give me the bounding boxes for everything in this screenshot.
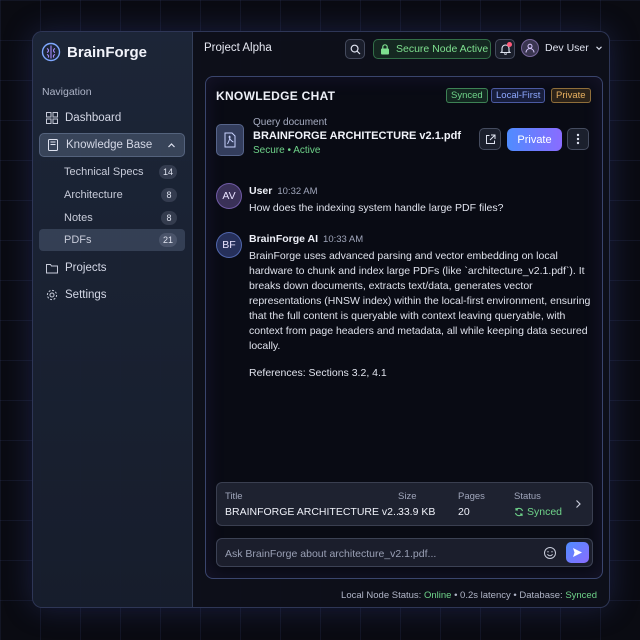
user-menu[interactable]: Dev User: [521, 39, 603, 57]
file-size: 33.9 KB: [398, 506, 436, 518]
sidebar-item-settings[interactable]: Settings: [39, 283, 185, 307]
doc-label: Query document: [253, 117, 327, 128]
subitem-label: PDFs: [64, 234, 92, 246]
column-header: Status: [514, 491, 541, 502]
author-name: User: [249, 185, 273, 197]
sidebar-subitem-technical-specs[interactable]: Technical Specs 14: [39, 161, 185, 183]
top-bar: Project Alpha Secure Node Active Dev Use…: [193, 32, 609, 66]
pdf-file-icon: [216, 124, 244, 156]
external-link-icon: [485, 134, 495, 144]
gear-icon: [46, 289, 58, 301]
avatar: AV: [216, 183, 242, 209]
secure-node-badge[interactable]: Secure Node Active: [373, 39, 491, 59]
file-size-column: Size 33.9 KB: [398, 491, 435, 518]
open-external-button[interactable]: [479, 128, 501, 150]
node-status-label: Local Node Status:: [341, 590, 422, 601]
message-time: 10:32 AM: [277, 186, 318, 197]
author-name: BrainForge AI: [249, 233, 319, 245]
private-tag: Private: [551, 88, 591, 103]
column-header: Pages: [458, 491, 485, 502]
panel-title: KNOWLEDGE CHAT: [216, 89, 336, 103]
user-icon: [525, 43, 535, 53]
chevron-up-icon[interactable]: [167, 141, 176, 150]
search-icon: [350, 44, 360, 54]
brain-logo-icon: [41, 42, 61, 62]
count-badge: 21: [158, 233, 177, 247]
column-header: Title: [225, 491, 243, 502]
message-references: References: Sections 3.2, 4.1: [249, 367, 387, 379]
sidebar-subitem-notes[interactable]: Notes 8: [39, 207, 185, 229]
subitem-label: Notes: [64, 212, 93, 224]
latency-text: • 0.2s latency •: [454, 590, 517, 601]
user-name: Dev User: [545, 42, 589, 54]
lock-icon: [381, 43, 389, 54]
knowledge-chat-panel: KNOWLEDGE CHAT Synced Local-First Privat…: [205, 76, 603, 579]
folder-icon: [46, 264, 58, 274]
search-button[interactable]: [345, 39, 365, 59]
sidebar: BrainForge Navigation Dashboard Knowledg…: [33, 32, 193, 607]
subitem-label: Architecture: [64, 189, 123, 201]
sidebar-item-dashboard[interactable]: Dashboard: [39, 106, 185, 130]
doc-name[interactable]: BRAINFORGE ARCHITECTURE v2.1.pdf: [253, 130, 461, 142]
book-icon: [48, 139, 58, 151]
file-title: BRAINFORGE ARCHITECTURE v2...: [225, 506, 402, 518]
file-pages: 20: [458, 506, 470, 518]
count-badge: 8: [161, 211, 177, 225]
message-author: User 10:32 AM: [249, 185, 318, 197]
nav-heading: Navigation: [42, 86, 92, 98]
more-options-button[interactable]: [567, 128, 589, 150]
emoji-icon[interactable]: [543, 546, 557, 560]
status-bar: Local Node Status: Online • 0.2s latency…: [341, 590, 597, 601]
sidebar-item-knowledge-base[interactable]: Knowledge Base: [39, 133, 185, 157]
sidebar-subitem-architecture[interactable]: Architecture 8: [39, 184, 185, 206]
send-icon: [573, 548, 582, 557]
project-title: Project Alpha: [204, 42, 272, 54]
database-label: Database:: [519, 590, 563, 601]
file-status-column: Status Synced: [514, 491, 562, 518]
dashboard-icon: [46, 112, 58, 124]
sidebar-item-label: Dashboard: [65, 112, 122, 124]
message-text: How does the indexing system handle larg…: [249, 202, 504, 214]
message-author: BrainForge AI 10:33 AM: [249, 233, 363, 245]
chat-input[interactable]: [225, 545, 525, 562]
column-header: Size: [398, 491, 417, 502]
doc-status: Secure • Active: [253, 145, 321, 156]
sidebar-subitem-pdfs[interactable]: PDFs 21: [39, 229, 185, 251]
file-info-card[interactable]: Title BRAINFORGE ARCHITECTURE v2... Size…: [216, 482, 593, 526]
sidebar-item-projects[interactable]: Projects: [39, 256, 185, 280]
private-button[interactable]: Private: [507, 128, 562, 151]
secure-label: Secure Node Active: [396, 43, 489, 55]
status-text: Synced: [527, 506, 563, 518]
message-time: 10:33 AM: [323, 234, 364, 245]
sidebar-item-label: Projects: [65, 262, 107, 274]
brand-name: BrainForge: [67, 43, 148, 61]
node-status-value: Online: [423, 590, 452, 601]
synced-tag: Synced: [446, 88, 488, 103]
database-value: Synced: [565, 590, 597, 601]
file-pages-column: Pages 20: [458, 491, 485, 518]
sidebar-item-label: Knowledge Base: [66, 139, 153, 151]
sync-icon: [514, 507, 524, 517]
chat-input-bar: [216, 538, 593, 567]
app-window: BrainForge Navigation Dashboard Knowledg…: [32, 31, 610, 608]
chevron-right-icon[interactable]: [574, 499, 582, 509]
count-badge: 8: [161, 188, 177, 202]
file-title-column: Title BRAINFORGE ARCHITECTURE v2...: [225, 491, 402, 518]
subitem-label: Technical Specs: [64, 166, 144, 178]
sidebar-item-label: Settings: [65, 289, 107, 301]
more-vertical-icon: [576, 133, 580, 145]
notifications-button[interactable]: [495, 39, 515, 59]
send-button[interactable]: [566, 542, 589, 563]
brand[interactable]: BrainForge: [41, 42, 147, 62]
avatar: [521, 39, 539, 57]
file-status: Synced: [514, 506, 562, 518]
message-text: BrainForge uses advanced parsing and vec…: [249, 250, 591, 352]
avatar: BF: [216, 232, 242, 258]
chevron-down-icon: [595, 46, 602, 51]
count-badge: 14: [158, 165, 177, 179]
notification-dot: [507, 42, 512, 47]
local-first-tag: Local-First: [491, 88, 546, 103]
